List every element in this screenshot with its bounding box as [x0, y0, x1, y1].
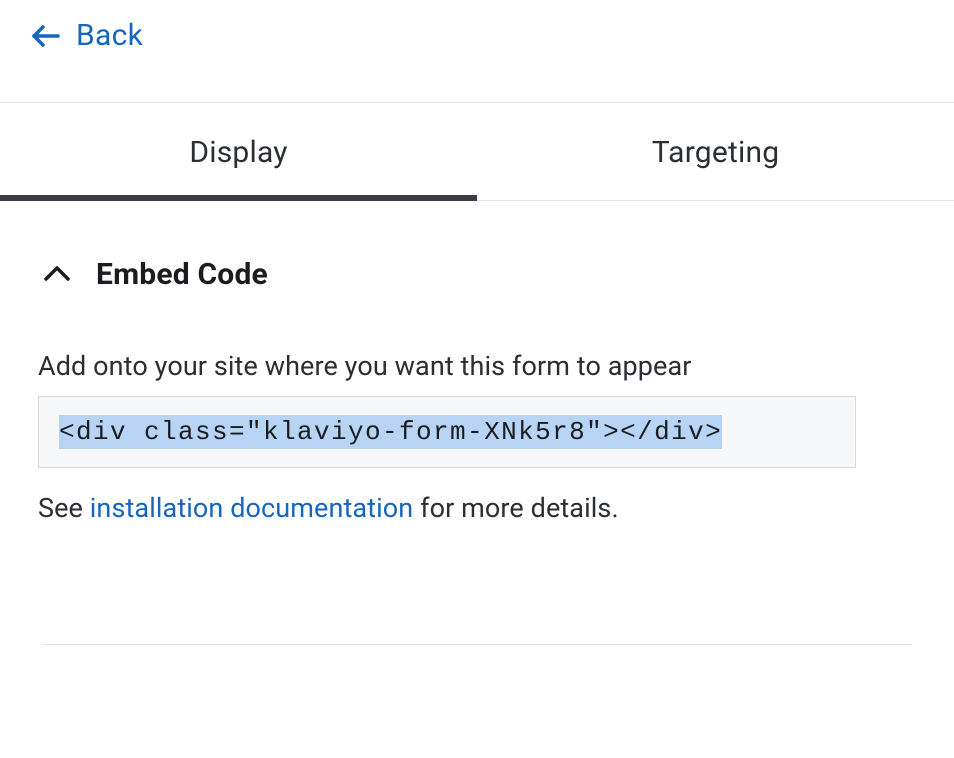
embed-code-box[interactable]: <div class="klaviyo-form-XNk5r8"></div> [38, 396, 856, 468]
embed-code-toggle[interactable]: Embed Code [42, 257, 912, 292]
arrow-left-icon [30, 20, 62, 52]
embed-code-text: <div class="klaviyo-form-XNk5r8"></div> [59, 415, 722, 449]
display-panel: Embed Code Add onto your site where you … [0, 201, 954, 524]
help-text: See installation documentation for more … [38, 492, 912, 524]
help-prefix: See [38, 492, 90, 524]
section-title: Embed Code [96, 257, 268, 292]
installation-documentation-link[interactable]: installation documentation [90, 492, 414, 524]
tab-targeting[interactable]: Targeting [477, 103, 954, 200]
divider [42, 644, 912, 645]
tab-display[interactable]: Display [0, 103, 477, 200]
back-button[interactable]: Back [30, 18, 143, 53]
back-label: Back [76, 18, 143, 53]
help-suffix: for more details. [413, 492, 618, 524]
chevron-up-icon [42, 259, 72, 289]
embed-instruction: Add onto your site where you want this f… [38, 350, 912, 382]
tabs: Display Targeting [0, 102, 954, 201]
